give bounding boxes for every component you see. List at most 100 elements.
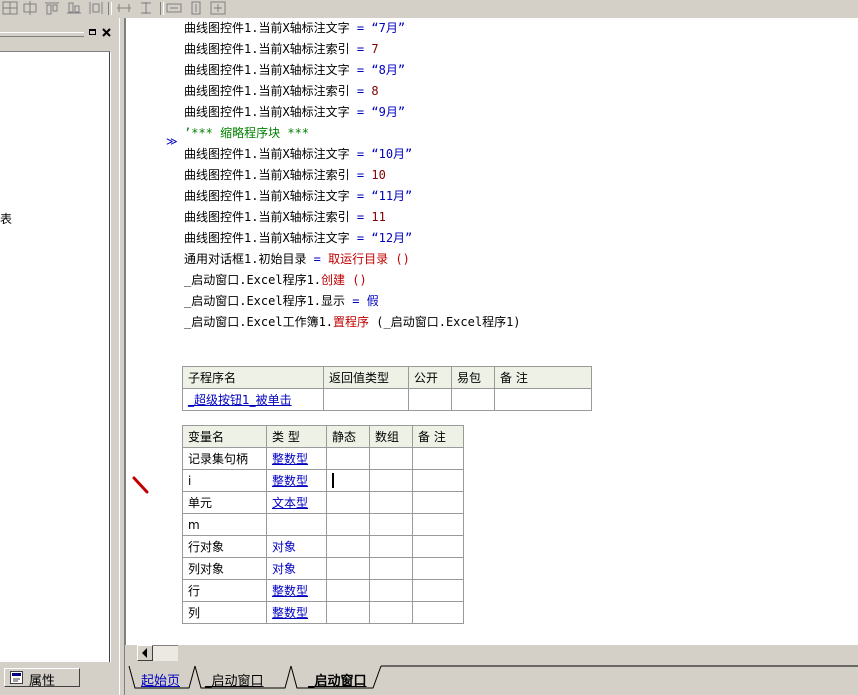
var-name-cell[interactable]: 行对象	[182, 535, 267, 558]
table-cell[interactable]	[494, 388, 592, 411]
code-line[interactable]: 曲线图控件1.当前X轴标注文字 = “7月”	[184, 18, 521, 39]
table-row[interactable]: 行对象 对象	[182, 535, 464, 558]
table-cell[interactable]	[326, 513, 370, 536]
code-line[interactable]: 曲线图控件1.当前X轴标注文字 = “12月”	[184, 228, 521, 249]
table-cell[interactable]	[412, 535, 464, 558]
code-line[interactable]: _启动窗口.Excel程序1.创建 ()	[184, 270, 521, 291]
table-cell[interactable]	[451, 388, 495, 411]
var-name-cell[interactable]: 行	[182, 579, 267, 602]
var-type-cell[interactable]: 整数型	[266, 579, 327, 602]
code-line-collapsed[interactable]: ’*** 缩略程序块 ***	[184, 123, 521, 144]
code-line[interactable]: 曲线图控件1.当前X轴标注索引 = 11	[184, 207, 521, 228]
var-name-cell[interactable]: 记录集句柄	[182, 447, 267, 470]
table-cell[interactable]	[412, 491, 464, 514]
column-header: 静态	[326, 425, 370, 448]
code-line[interactable]: 曲线图控件1.当前X轴标注文字 = “9月”	[184, 102, 521, 123]
table-cell[interactable]	[412, 447, 464, 470]
var-type-cell[interactable]: 对象	[266, 535, 327, 558]
table-row[interactable]: 行 整数型	[182, 579, 464, 602]
table-cell[interactable]	[408, 388, 452, 411]
var-type-cell[interactable]: 整数型	[266, 469, 327, 492]
code-line[interactable]: 曲线图控件1.当前X轴标注文字 = “8月”	[184, 60, 521, 81]
scroll-track[interactable]	[153, 645, 178, 661]
table-cell[interactable]	[326, 535, 370, 558]
table-cell[interactable]	[369, 491, 413, 514]
table-row[interactable]: 单元 文本型	[182, 491, 464, 514]
table-cell[interactable]	[369, 557, 413, 580]
tab-start-page[interactable]: 起始页	[141, 670, 180, 689]
table-cell[interactable]	[326, 447, 370, 470]
align-top-icon[interactable]	[44, 1, 60, 15]
code-line[interactable]: _启动窗口.Excel程序1.显示 = 假	[184, 291, 521, 312]
code-editor[interactable]: ≫ 曲线图控件1.当前X轴标注文字 = “7月” 曲线图控件1.当前X轴标注索引…	[125, 18, 858, 645]
table-cell[interactable]	[369, 601, 413, 624]
restore-icon[interactable]	[87, 27, 99, 38]
tab-properties[interactable]: 属性	[4, 668, 80, 689]
var-type-cell[interactable]: 整数型	[266, 601, 327, 624]
scroll-left-button[interactable]	[137, 645, 153, 661]
table-cell[interactable]	[326, 557, 370, 580]
space-equal-v-icon[interactable]	[138, 1, 154, 15]
align-grid-icon[interactable]	[2, 1, 18, 15]
space-equal-h-icon[interactable]	[116, 1, 132, 15]
panel-grip[interactable]	[0, 32, 84, 37]
code-lines[interactable]: 曲线图控件1.当前X轴标注文字 = “7月” 曲线图控件1.当前X轴标注索引 =…	[184, 18, 521, 333]
var-name-cell[interactable]: m	[182, 513, 267, 536]
table-cell[interactable]	[323, 388, 409, 411]
table-row[interactable]: m	[182, 513, 464, 536]
same-size-icon[interactable]	[210, 1, 226, 15]
code-line[interactable]: 曲线图控件1.当前X轴标注文字 = “11月”	[184, 186, 521, 207]
code-line[interactable]: 曲线图控件1.当前X轴标注索引 = 7	[184, 39, 521, 60]
var-type-cell[interactable]: 对象	[266, 557, 327, 580]
table-cell[interactable]	[412, 601, 464, 624]
table-cell[interactable]	[412, 557, 464, 580]
table-cell[interactable]	[412, 469, 464, 492]
horizontal-scrollbar[interactable]	[125, 645, 858, 662]
table-cell[interactable]	[326, 601, 370, 624]
table-cell[interactable]	[369, 535, 413, 558]
var-name-cell[interactable]: 列对象	[182, 557, 267, 580]
same-height-icon[interactable]	[188, 1, 204, 15]
tree-item-partial[interactable]: 表	[0, 210, 12, 227]
table-cell[interactable]	[412, 513, 464, 536]
table-row[interactable]: 列 整数型	[182, 601, 464, 624]
var-name-cell[interactable]: 单元	[182, 491, 267, 514]
subroutine-name-cell[interactable]: _超级按钮1_被单击	[182, 388, 324, 411]
tab-properties-label: 属性	[29, 674, 56, 689]
tab-startup-window-active[interactable]: _启动窗口	[308, 670, 367, 689]
table-row[interactable]: 记录集句柄 整数型	[182, 447, 464, 470]
panel-tree[interactable]: 表	[0, 51, 111, 662]
table-cell[interactable]	[326, 579, 370, 602]
toolbar-separator	[160, 2, 164, 15]
table-cell[interactable]	[412, 579, 464, 602]
collapse-marker-icon[interactable]: ≫	[166, 135, 178, 148]
close-icon[interactable]	[101, 27, 113, 38]
align-bottom-icon[interactable]	[66, 1, 82, 15]
var-type-cell[interactable]	[266, 513, 327, 536]
table-row[interactable]: i 整数型	[182, 469, 464, 492]
tab-startup-window[interactable]: _启动窗口	[205, 670, 264, 689]
column-header: 公开	[408, 366, 452, 389]
var-type-cell[interactable]: 整数型	[266, 447, 327, 470]
code-line[interactable]: 曲线图控件1.当前X轴标注文字 = “10月”	[184, 144, 521, 165]
table-cell[interactable]	[369, 513, 413, 536]
align-center-icon[interactable]	[22, 1, 38, 15]
var-name-cell[interactable]: 列	[182, 601, 267, 624]
table-cell[interactable]	[369, 469, 413, 492]
table-cell-editing[interactable]	[326, 469, 370, 492]
distribute-h-icon[interactable]	[88, 1, 104, 15]
table-cell[interactable]	[369, 579, 413, 602]
table-cell[interactable]	[369, 447, 413, 470]
table-cell[interactable]	[326, 491, 370, 514]
code-line[interactable]: 曲线图控件1.当前X轴标注索引 = 8	[184, 81, 521, 102]
column-header: 返回值类型	[323, 366, 409, 389]
code-line[interactable]: 通用对话框1.初始目录 = 取运行目录 ()	[184, 249, 521, 270]
table-row[interactable]: 列对象 对象	[182, 557, 464, 580]
column-header: 备 注	[494, 366, 592, 389]
code-line[interactable]: 曲线图控件1.当前X轴标注索引 = 10	[184, 165, 521, 186]
code-line[interactable]: _启动窗口.Excel工作簿1.置程序 (_启动窗口.Excel程序1)	[184, 312, 521, 333]
var-type-cell[interactable]: 文本型	[266, 491, 327, 514]
var-name-cell[interactable]: i	[182, 469, 267, 492]
same-width-icon[interactable]	[166, 1, 182, 15]
table-row[interactable]: _超级按钮1_被单击	[182, 388, 592, 411]
